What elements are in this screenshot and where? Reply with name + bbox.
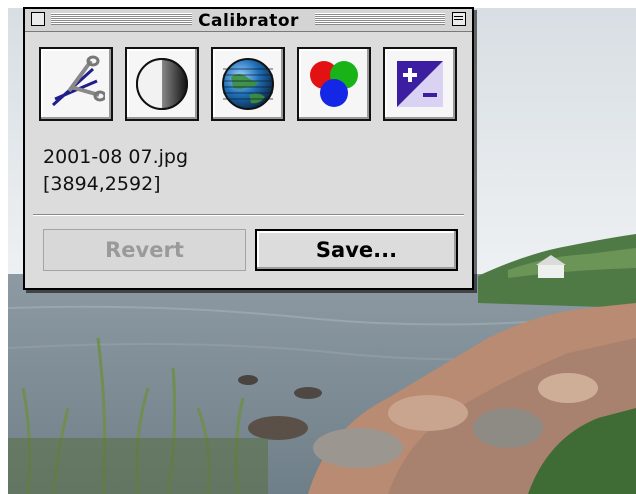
color-tool-button[interactable] <box>297 47 371 121</box>
brightness-tool-button[interactable] <box>125 47 199 121</box>
divider <box>33 214 464 216</box>
close-box[interactable] <box>31 12 45 26</box>
globe-tool-button[interactable] <box>211 47 285 121</box>
half-circle-icon <box>133 55 191 113</box>
file-info: 2001-08 07.jpg [3894,2592] <box>43 144 188 198</box>
plus-minus-icon <box>391 55 449 113</box>
window-title: Calibrator <box>192 11 305 31</box>
scissors-icon <box>47 55 105 113</box>
title-bar-stripes <box>315 13 445 25</box>
image-dimensions: [3894,2592] <box>43 173 161 195</box>
contrast-tool-button[interactable] <box>383 47 457 121</box>
save-button[interactable]: Save... <box>255 229 458 271</box>
rgb-circles-icon <box>305 55 363 113</box>
title-bar-stripes <box>51 13 201 25</box>
globe-icon <box>219 55 277 113</box>
revert-button[interactable]: Revert <box>43 229 246 271</box>
crop-tool-button[interactable] <box>39 47 113 121</box>
file-name: 2001-08 07.jpg <box>43 146 189 168</box>
zoom-box[interactable] <box>452 12 466 26</box>
title-bar[interactable]: Calibrator <box>25 9 472 32</box>
calibrator-window: Calibrator 2001-08 07.jpg [3894,2592] Re… <box>23 7 474 290</box>
